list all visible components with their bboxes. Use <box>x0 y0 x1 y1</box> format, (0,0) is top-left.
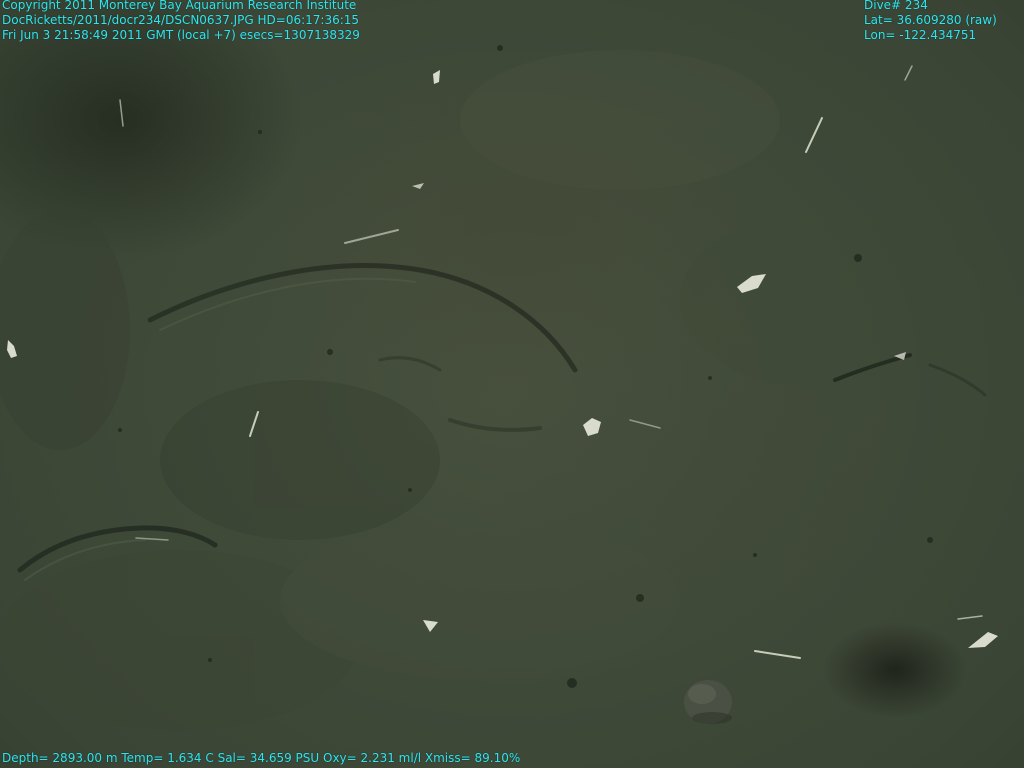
sediment-texture <box>0 50 980 730</box>
latitude-text: Lat= 36.609280 (raw) <box>864 13 997 27</box>
capture-time-text: Fri Jun 3 21:58:49 2011 GMT (local +7) e… <box>2 28 360 42</box>
file-and-timecode-text: DocRicketts/2011/docr234/DSCN0637.JPG HD… <box>2 13 360 27</box>
seafloor-image <box>0 45 998 730</box>
copyright-text: Copyright 2011 Monterey Bay Aquarium Res… <box>2 0 357 12</box>
dive-position-top-right: Dive# 234 Lat= 36.609280 (raw) Lon= -122… <box>864 0 997 43</box>
seafloor-photo: Copyright 2011 Monterey Bay Aquarium Res… <box>0 0 1024 768</box>
camera-metadata-top-left: Copyright 2011 Monterey Bay Aquarium Res… <box>2 0 360 43</box>
dive-number-text: Dive# 234 <box>864 0 928 12</box>
sensor-values-text: Depth= 2893.00 m Temp= 1.634 C Sal= 34.6… <box>2 751 521 765</box>
rounded-rock <box>684 680 732 724</box>
sensor-readout-bottom: Depth= 2893.00 m Temp= 1.634 C Sal= 34.6… <box>2 751 520 766</box>
longitude-text: Lon= -122.434751 <box>864 28 977 42</box>
